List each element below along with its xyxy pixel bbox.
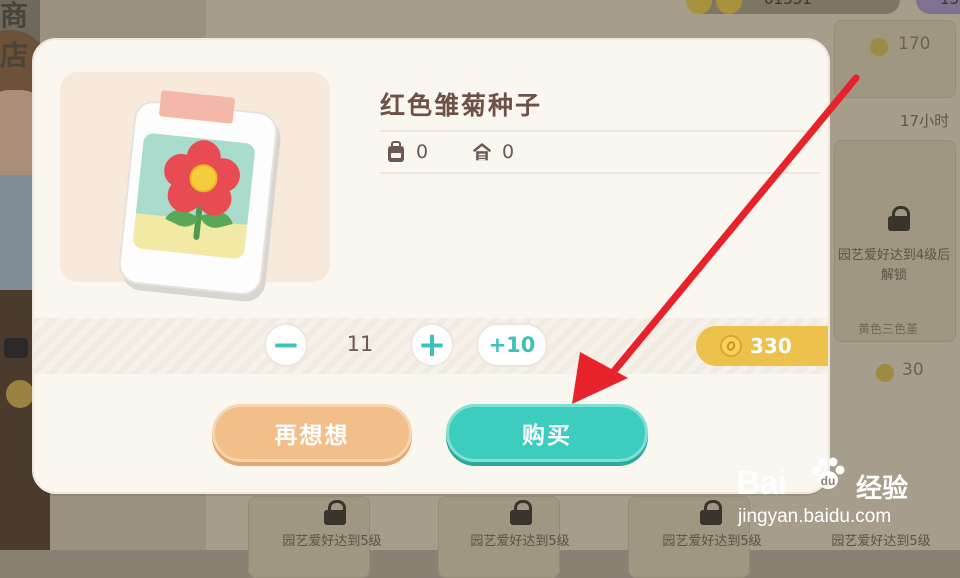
coin-icon [720, 335, 742, 357]
lock-icon [888, 206, 910, 231]
bag-stat: 0 [386, 140, 428, 164]
unlock-requirement: 园艺爱好达到5级 [470, 534, 570, 549]
buy-button[interactable]: 购买 [446, 404, 648, 462]
coin-count: 01331 [764, 0, 812, 8]
svg-text:du: du [821, 474, 836, 488]
warehouse-stat: 0 [472, 140, 514, 164]
card-timer: 17小时 [900, 112, 950, 130]
lock-icon [510, 500, 532, 525]
bag-count: 0 [416, 141, 429, 163]
baidu-jingyan-watermark: Bai du 经验 jingyan.baidu.com [736, 448, 956, 544]
warehouse-count: 0 [502, 141, 515, 163]
paw-logo-icon: du [811, 457, 845, 489]
divider [380, 172, 820, 174]
purchase-dialog: 红色雏菊种子 0 0 − 11 + +10 330 再想想 购买 [32, 38, 830, 494]
total-price-badge: 330 [696, 326, 828, 366]
total-price: 330 [750, 334, 792, 358]
item-name: 红色雏菊种子 [380, 91, 543, 120]
watermark-brand: Bai [736, 464, 787, 502]
increase-quantity-button[interactable]: + [410, 323, 454, 367]
seed-packet-icon [116, 88, 280, 298]
camera-icon [4, 338, 28, 358]
add-ten-label: +10 [488, 333, 536, 357]
coin-icon [6, 380, 34, 408]
coin-icon [876, 364, 894, 382]
buy-label: 购买 [522, 423, 572, 449]
shop-card-locked[interactable] [834, 140, 956, 342]
daisy-flower-icon [145, 133, 256, 253]
plus-icon: + [417, 325, 447, 365]
coin-icon [870, 38, 888, 56]
card-price: 30 [902, 360, 924, 380]
divider [380, 130, 820, 132]
shop-card[interactable] [834, 20, 956, 98]
card-price: 170 [898, 34, 931, 54]
backpack-icon [388, 141, 404, 162]
unlock-requirement: 园艺爱好达到5级 [282, 534, 382, 549]
gem-count: 13 [940, 0, 959, 8]
cancel-label: 再想想 [274, 423, 350, 449]
quantity-value: 11 [346, 332, 374, 356]
cancel-button[interactable]: 再想想 [212, 404, 412, 462]
watermark-url: jingyan.baidu.com [738, 506, 892, 527]
lock-icon [324, 500, 346, 525]
watermark-suffix: 经验 [856, 474, 909, 504]
warehouse-icon [472, 143, 492, 161]
decrease-quantity-button[interactable]: − [264, 323, 308, 367]
lock-icon [700, 500, 722, 525]
unlock-requirement: 园艺爱好达到4级后解锁 [837, 248, 951, 283]
card-label: 黄色三色堇 [858, 322, 919, 336]
minus-icon: − [271, 325, 301, 365]
add-ten-button[interactable]: +10 [476, 323, 548, 367]
